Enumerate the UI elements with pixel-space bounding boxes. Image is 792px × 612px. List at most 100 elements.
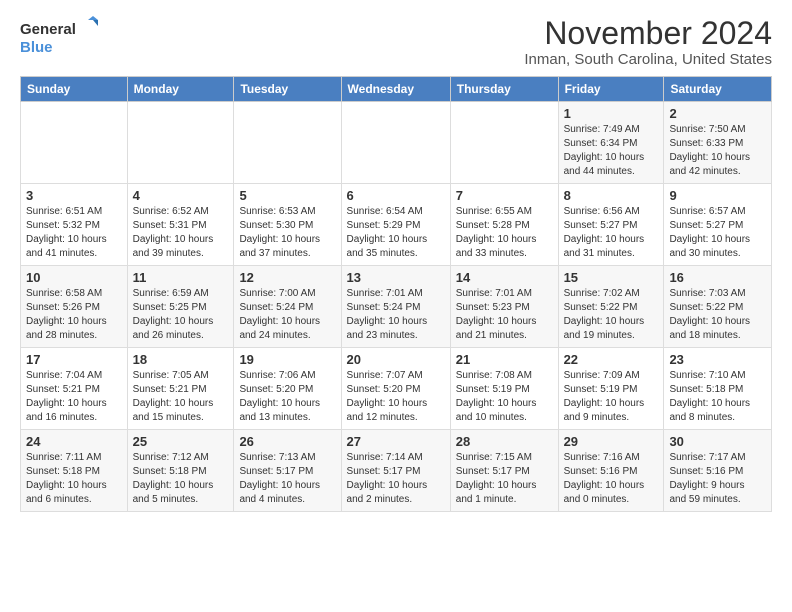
day-info: Sunrise: 7:10 AM Sunset: 5:18 PM Dayligh… [669,370,750,423]
day-number: 21 [456,352,553,367]
day-number: 15 [564,270,659,285]
day-cell: 2Sunrise: 7:50 AM Sunset: 6:33 PM Daylig… [664,102,772,184]
day-number: 10 [26,270,122,285]
day-info: Sunrise: 7:17 AM Sunset: 5:16 PM Dayligh… [669,452,745,505]
day-info: Sunrise: 7:08 AM Sunset: 5:19 PM Dayligh… [456,370,537,423]
week-row-2: 3 Sunrise: 6:51 AM Sunset: 5:32 PM Daylig… [21,184,772,266]
day-number: 11 [133,270,229,285]
day-info: Sunrise: 6:55 AM Sunset: 5:28 PM Dayligh… [456,206,537,259]
day-cell: 27Sunrise: 7:14 AM Sunset: 5:17 PM Dayli… [341,430,450,512]
day-cell: 6Sunrise: 6:54 AM Sunset: 5:29 PM Daylig… [341,184,450,266]
day-cell: 12Sunrise: 7:00 AM Sunset: 5:24 PM Dayli… [234,266,341,348]
day-number: 2 [669,106,766,121]
header-cell-monday: Monday [127,77,234,102]
header-cell-friday: Friday [558,77,664,102]
day-info: Sunrise: 7:01 AM Sunset: 5:23 PM Dayligh… [456,288,537,341]
day-cell: 20 Sunrise: 7:07 AM Sunset: 5:20 PM Dayli… [341,348,450,430]
day-cell [341,102,450,184]
day-number: 17 [26,352,122,367]
day-info: Sunrise: 7:13 AM Sunset: 5:17 PM Dayligh… [239,452,320,505]
week-row-5: 24 Sunrise: 7:11 AM Sunset: 5:18 PM Dayli… [21,430,772,512]
day-cell: 25 Sunrise: 7:12 AM Sunset: 5:18 PM Dayli… [127,430,234,512]
day-number: 25 [133,434,229,449]
day-cell: 4 Sunrise: 6:52 AM Sunset: 5:31 PM Daylig… [127,184,234,266]
week-row-3: 10 Sunrise: 6:58 AM Sunset: 5:26 PM Dayli… [21,266,772,348]
day-number: 3 [26,188,122,203]
day-number: 20 [347,352,445,367]
header-cell-tuesday: Tuesday [234,77,341,102]
day-cell: 14 Sunrise: 7:01 AM Sunset: 5:23 PM Dayli… [450,266,558,348]
day-cell [450,102,558,184]
day-number: 14 [456,270,553,285]
day-info: Sunrise: 7:14 AM Sunset: 5:17 PM Dayligh… [347,452,428,505]
day-info: Sunrise: 6:52 AM Sunset: 5:31 PM Dayligh… [133,206,214,259]
day-cell: 5 Sunrise: 6:53 AM Sunset: 5:30 PM Daylig… [234,184,341,266]
day-info: Sunrise: 6:56 AM Sunset: 5:27 PM Dayligh… [564,206,645,259]
day-cell: 18Sunrise: 7:05 AM Sunset: 5:21 PM Dayli… [127,348,234,430]
day-number: 1 [564,106,659,121]
day-info: Sunrise: 6:53 AM Sunset: 5:30 PM Dayligh… [239,206,320,259]
day-cell [21,102,128,184]
day-cell: 29 Sunrise: 7:16 AM Sunset: 5:16 PM Dayli… [558,430,664,512]
day-number: 12 [239,270,335,285]
day-cell: 23 Sunrise: 7:10 AM Sunset: 5:18 PM Dayli… [664,348,772,430]
day-number: 24 [26,434,122,449]
day-number: 5 [239,188,335,203]
day-cell: 26 Sunrise: 7:13 AM Sunset: 5:17 PM Dayli… [234,430,341,512]
day-info: Sunrise: 7:02 AM Sunset: 5:22 PM Dayligh… [564,288,645,341]
day-number: 13 [347,270,445,285]
day-info: Sunrise: 7:06 AM Sunset: 5:20 PM Dayligh… [239,370,320,423]
day-cell: 8 Sunrise: 6:56 AM Sunset: 5:27 PM Daylig… [558,184,664,266]
header-cell-thursday: Thursday [450,77,558,102]
day-cell: 15 Sunrise: 7:02 AM Sunset: 5:22 PM Dayli… [558,266,664,348]
header-cell-saturday: Saturday [664,77,772,102]
day-cell: 17 Sunrise: 7:04 AM Sunset: 5:21 PM Dayli… [21,348,128,430]
day-info: Sunrise: 7:11 AM Sunset: 5:18 PM Dayligh… [26,452,107,505]
day-number: 22 [564,352,659,367]
day-cell: 21 Sunrise: 7:08 AM Sunset: 5:19 PM Dayli… [450,348,558,430]
day-number: 30 [669,434,766,449]
day-number: 29 [564,434,659,449]
day-cell: 19 Sunrise: 7:06 AM Sunset: 5:20 PM Dayli… [234,348,341,430]
day-info: Sunrise: 7:16 AM Sunset: 5:16 PM Dayligh… [564,452,645,505]
day-cell: 22 Sunrise: 7:09 AM Sunset: 5:19 PM Dayli… [558,348,664,430]
day-info: Sunrise: 7:07 AM Sunset: 5:20 PM Dayligh… [347,370,428,423]
calendar-table: SundayMondayTuesdayWednesdayThursdayFrid… [20,76,772,512]
month-title: November 2024 [524,16,772,51]
header-cell-sunday: Sunday [21,77,128,102]
day-cell [234,102,341,184]
week-row-1: 1Sunrise: 7:49 AM Sunset: 6:34 PM Daylig… [21,102,772,184]
logo-svg: General Blue [20,16,100,60]
day-info: Sunrise: 6:58 AM Sunset: 5:26 PM Dayligh… [26,288,107,341]
svg-text:General: General [20,21,76,38]
day-number: 28 [456,434,553,449]
day-cell: 16Sunrise: 7:03 AM Sunset: 5:22 PM Dayli… [664,266,772,348]
day-number: 23 [669,352,766,367]
day-cell [127,102,234,184]
day-cell: 13Sunrise: 7:01 AM Sunset: 5:24 PM Dayli… [341,266,450,348]
day-number: 8 [564,188,659,203]
calendar-page: General Blue November 2024 Inman, South … [0,0,792,522]
day-cell: 9Sunrise: 6:57 AM Sunset: 5:27 PM Daylig… [664,184,772,266]
day-cell: 11 Sunrise: 6:59 AM Sunset: 5:25 PM Dayli… [127,266,234,348]
day-cell: 1Sunrise: 7:49 AM Sunset: 6:34 PM Daylig… [558,102,664,184]
day-number: 19 [239,352,335,367]
day-cell: 7Sunrise: 6:55 AM Sunset: 5:28 PM Daylig… [450,184,558,266]
header-row: SundayMondayTuesdayWednesdayThursdayFrid… [21,77,772,102]
day-info: Sunrise: 7:12 AM Sunset: 5:18 PM Dayligh… [133,452,214,505]
day-number: 9 [669,188,766,203]
day-info: Sunrise: 6:54 AM Sunset: 5:29 PM Dayligh… [347,206,428,259]
day-info: Sunrise: 7:04 AM Sunset: 5:21 PM Dayligh… [26,370,107,423]
day-info: Sunrise: 6:59 AM Sunset: 5:25 PM Dayligh… [133,288,214,341]
day-cell: 28 Sunrise: 7:15 AM Sunset: 5:17 PM Dayli… [450,430,558,512]
day-info: Sunrise: 6:51 AM Sunset: 5:32 PM Dayligh… [26,206,107,259]
day-cell: 30 Sunrise: 7:17 AM Sunset: 5:16 PM Dayli… [664,430,772,512]
day-number: 26 [239,434,335,449]
day-cell: 3 Sunrise: 6:51 AM Sunset: 5:32 PM Daylig… [21,184,128,266]
svg-text:Blue: Blue [20,39,53,56]
day-info: Sunrise: 7:09 AM Sunset: 5:19 PM Dayligh… [564,370,645,423]
day-info: Sunrise: 7:03 AM Sunset: 5:22 PM Dayligh… [669,288,750,341]
day-number: 4 [133,188,229,203]
day-info: Sunrise: 7:15 AM Sunset: 5:17 PM Dayligh… [456,452,537,505]
logo: General Blue [20,16,100,60]
